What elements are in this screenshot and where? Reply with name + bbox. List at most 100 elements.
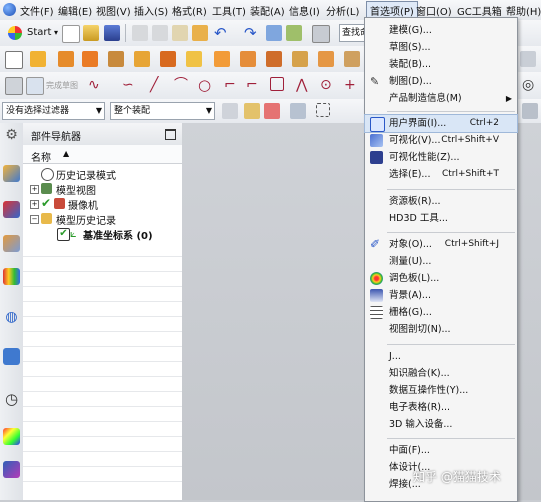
- pad-icon[interactable]: [160, 51, 176, 67]
- snap-point-icon[interactable]: [244, 103, 260, 119]
- pref-visualization-performance[interactable]: 可视化性能(Z)...: [365, 149, 517, 166]
- menu-help[interactable]: 帮助(H): [506, 3, 541, 18]
- menu-gc-toolbox[interactable]: GC工具箱: [457, 3, 502, 18]
- new-file-icon[interactable]: [62, 25, 80, 43]
- profile-icon[interactable]: ∿: [88, 77, 104, 93]
- navigator-column-header[interactable]: 名称 ▲: [23, 145, 182, 164]
- pref-assembly[interactable]: 装配(B)...: [365, 56, 517, 73]
- redo-icon[interactable]: ↷: [244, 25, 260, 41]
- menu-info[interactable]: 信息(I): [289, 3, 320, 18]
- expand-icon[interactable]: +: [30, 185, 39, 194]
- constraint-navigator-icon[interactable]: [3, 201, 20, 218]
- chamfer-sketch-icon[interactable]: ⌐: [246, 77, 262, 93]
- menu-view[interactable]: 视图(V): [96, 3, 131, 18]
- pref-modeling[interactable]: 建模(G)...: [365, 22, 517, 39]
- selection-scope-select[interactable]: 整个装配 ▼: [110, 102, 215, 120]
- fillet-icon[interactable]: ⌐: [224, 77, 240, 93]
- expand-icon[interactable]: +: [30, 200, 39, 209]
- pref-view-section[interactable]: 视图剖切(N)...: [365, 321, 517, 338]
- checkbox-checked-icon[interactable]: ✔: [57, 228, 70, 241]
- pref-grid[interactable]: 栅格(G)...: [365, 304, 517, 321]
- add-point-icon[interactable]: +: [344, 77, 360, 93]
- chamfer-icon[interactable]: [266, 51, 282, 67]
- arc-icon[interactable]: ⌒: [174, 77, 190, 93]
- unite-icon[interactable]: [214, 51, 230, 67]
- select-misc-icon[interactable]: [522, 103, 538, 119]
- mirror-icon[interactable]: [344, 51, 360, 67]
- type-filter-select[interactable]: 没有选择过滤器 ▼: [2, 102, 105, 120]
- view-orient-icon[interactable]: [520, 51, 536, 67]
- boss-icon[interactable]: [108, 51, 124, 67]
- pref-pmi[interactable]: 产品制造信息(M) ▶: [365, 90, 517, 107]
- checkmark-icon[interactable]: ✔: [41, 197, 52, 209]
- pref-background[interactable]: 背景(A)...: [365, 287, 517, 304]
- pref-data-interop[interactable]: 数据互操作性(Y)...: [365, 382, 517, 399]
- menu-insert[interactable]: 插入(S): [134, 3, 168, 18]
- pref-mid-surface[interactable]: 中面(F)...: [365, 442, 517, 459]
- studio-spline-icon[interactable]: ∽: [122, 77, 138, 93]
- finish-sketch-icon[interactable]: [26, 77, 44, 95]
- tree-row-model-history[interactable]: − 模型历史记录: [23, 212, 182, 227]
- pref-selection[interactable]: 选择(E)... Ctrl+Shift+T: [365, 166, 517, 183]
- hd3d-tools-icon[interactable]: ◍: [3, 309, 20, 326]
- menu-format[interactable]: 格式(R): [172, 3, 207, 18]
- pattern-icon[interactable]: [318, 51, 334, 67]
- sketch-icon[interactable]: [5, 51, 23, 69]
- rectangle-select-icon[interactable]: [316, 103, 330, 117]
- paste-icon[interactable]: [172, 25, 188, 41]
- revolve-icon[interactable]: [58, 51, 74, 67]
- command-finder-icon[interactable]: [312, 25, 330, 43]
- hole-icon[interactable]: [82, 51, 98, 67]
- orbit-icon[interactable]: ◎: [522, 77, 538, 93]
- menu-edit[interactable]: 编辑(E): [58, 3, 92, 18]
- delete-icon[interactable]: [192, 25, 208, 41]
- rectangle-icon[interactable]: [270, 77, 284, 91]
- pref-drafting[interactable]: ✎ 制图(D)...: [365, 73, 517, 90]
- history-icon[interactable]: ◷: [3, 391, 20, 408]
- cut-icon[interactable]: [132, 25, 148, 41]
- collapse-icon[interactable]: −: [30, 215, 39, 224]
- datum-plane-icon[interactable]: [186, 51, 202, 67]
- pref-knowledge-fusion[interactable]: 知识融合(K)...: [365, 365, 517, 382]
- pref-user-interface[interactable]: 用户界面(I)... Ctrl+2: [364, 114, 518, 133]
- open-folder-icon[interactable]: [83, 25, 99, 41]
- save-icon[interactable]: [104, 25, 120, 41]
- pref-measure[interactable]: 测量(U)...: [365, 253, 517, 270]
- tree-row-model-views[interactable]: + 模型视图: [23, 182, 182, 197]
- assembly-navigator-icon[interactable]: [3, 165, 20, 182]
- menu-tools[interactable]: 工具(T): [212, 3, 246, 18]
- menu-window[interactable]: 窗口(O): [416, 3, 452, 18]
- menu-file[interactable]: 文件(F): [20, 3, 54, 18]
- point-icon[interactable]: ⊙: [320, 77, 336, 93]
- layer-icon[interactable]: [286, 25, 302, 41]
- undo-icon[interactable]: ↶: [214, 25, 230, 41]
- shell-icon[interactable]: [292, 51, 308, 67]
- snap-midpoint-icon[interactable]: [290, 103, 306, 119]
- snap-endpoint-icon[interactable]: [264, 103, 280, 119]
- pref-resource-bar[interactable]: 资源板(R)...: [365, 193, 517, 210]
- part-navigator-icon[interactable]: [3, 235, 20, 252]
- maximize-icon[interactable]: [165, 129, 176, 140]
- tree-row-datum-csys[interactable]: ✔ ⟀ 基准坐标系 (0): [23, 227, 182, 242]
- line-icon[interactable]: ╱: [150, 77, 166, 93]
- extrude-icon[interactable]: [30, 51, 46, 67]
- filter-settings-icon[interactable]: [222, 103, 238, 119]
- pref-object[interactable]: ✐ 对象(O)... Ctrl+Shift+J: [365, 236, 517, 253]
- sketch-plane-icon[interactable]: [5, 77, 23, 95]
- pref-sketch[interactable]: 草图(S)...: [365, 39, 517, 56]
- settings-gear-icon[interactable]: ⚙: [3, 127, 20, 144]
- system-materials-icon[interactable]: [3, 428, 20, 445]
- web-browser-icon[interactable]: [3, 348, 20, 365]
- repeat-command-icon[interactable]: [266, 25, 282, 41]
- reuse-library-icon[interactable]: [3, 268, 20, 285]
- pref-visualization[interactable]: 可视化(V)... Ctrl+Shift+V: [365, 132, 517, 149]
- finish-sketch-label[interactable]: 完成草图: [46, 80, 78, 91]
- process-studio-icon[interactable]: [3, 461, 20, 478]
- tree-row-history-mode[interactable]: 历史记录模式: [23, 167, 182, 182]
- menu-assembly[interactable]: 装配(A): [250, 3, 285, 18]
- blend-icon[interactable]: [240, 51, 256, 67]
- menu-analysis[interactable]: 分析(L): [326, 3, 359, 18]
- tree-row-cameras[interactable]: + ✔ 摄像机: [23, 197, 182, 212]
- pocket-icon[interactable]: [134, 51, 150, 67]
- start-button[interactable]: Start ▾: [4, 23, 65, 43]
